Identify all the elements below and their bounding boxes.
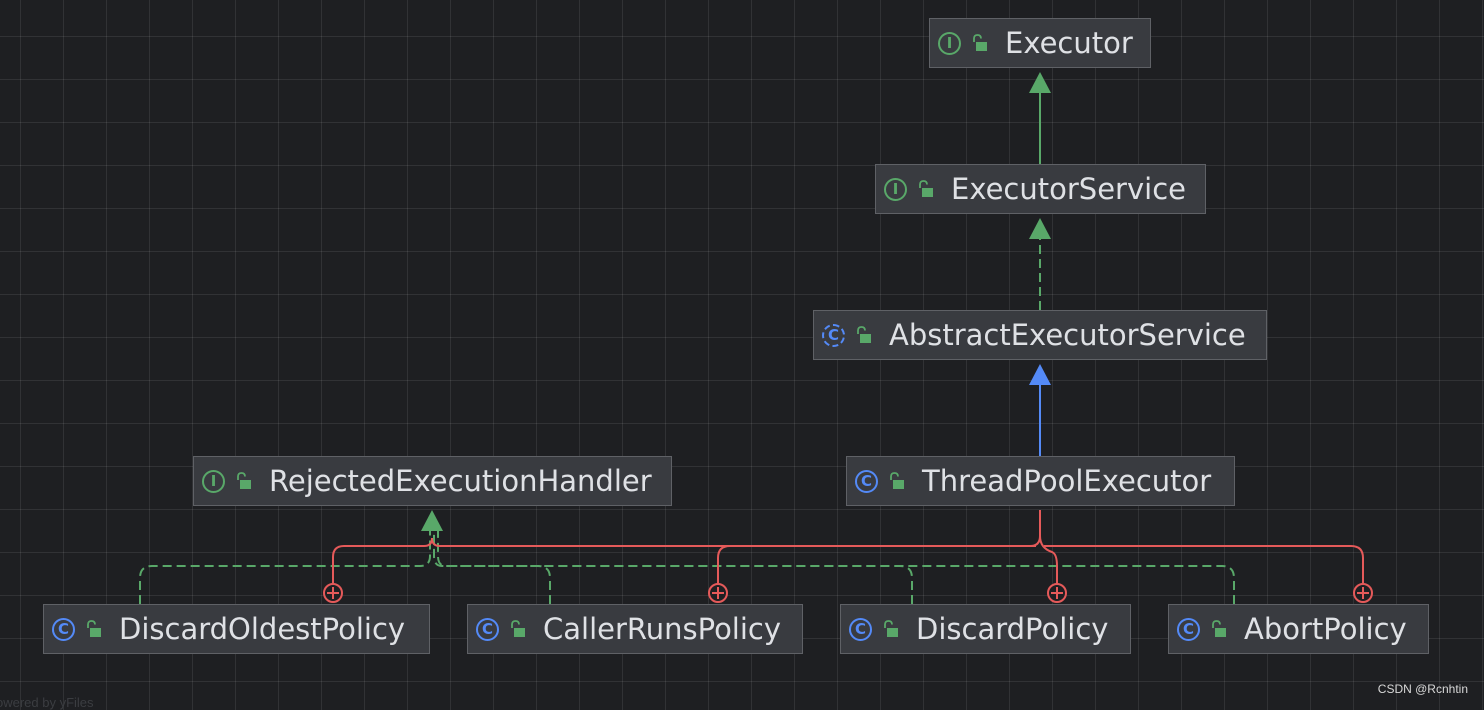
arrowhead-executor <box>1029 72 1051 93</box>
node-executor[interactable]: I Executor <box>929 18 1151 68</box>
yfiles-credit: owered by yFiles <box>0 695 94 710</box>
interface-icon: I <box>202 469 225 493</box>
unlocked-padlock-icon <box>884 620 898 637</box>
class-icon: C <box>52 617 75 641</box>
abstract-class-icon: C <box>822 323 845 347</box>
node-threadpoolexecutor[interactable]: C ThreadPoolExecutor <box>846 456 1235 506</box>
unlocked-padlock-icon <box>1212 620 1226 637</box>
node-label-discardpolicy: DiscardPolicy <box>916 611 1109 646</box>
inner-class-marker-discardoldestpolicy <box>323 583 343 603</box>
node-rejectedexecutionhandler[interactable]: I RejectedExecutionHandler <box>193 456 672 506</box>
class-icon: C <box>849 617 872 641</box>
node-discardpolicy[interactable]: C DiscardPolicy <box>840 604 1131 654</box>
interface-icon: I <box>938 31 961 55</box>
implements-rejectedexecutionhandler-edges <box>139 531 1235 604</box>
class-icon: C <box>1177 617 1200 641</box>
inner-class-marker-callerrunspolicy <box>708 583 728 603</box>
unlocked-padlock-icon <box>919 180 933 197</box>
watermark: CSDN @Rcnhtin <box>1377 682 1468 696</box>
arrowhead-executorservice <box>1029 218 1051 239</box>
edge-callerrunspolicy-handler <box>433 531 551 604</box>
node-callerrunspolicy[interactable]: C CallerRunsPolicy <box>467 604 803 654</box>
class-icon: C <box>855 469 878 493</box>
node-abortpolicy[interactable]: C AbortPolicy <box>1168 604 1429 654</box>
unlocked-padlock-icon <box>237 472 251 489</box>
edge-abortpolicy-handler <box>446 565 1235 604</box>
node-discardoldestpolicy[interactable]: C DiscardOldestPolicy <box>43 604 430 654</box>
edge-discardpolicy-handler <box>437 531 913 604</box>
node-label-abstractexecutorservice: AbstractExecutorService <box>889 317 1246 352</box>
edge-discardoldestpolicy-handler <box>139 531 431 604</box>
edge-threadpoolexecutor-callerrunspolicy <box>717 545 1036 584</box>
node-label-executorservice: ExecutorService <box>951 171 1186 206</box>
unlocked-padlock-icon <box>511 620 525 637</box>
inner-class-edges <box>332 510 1364 584</box>
edge-threadpoolexecutor-discardpolicy <box>1039 535 1058 584</box>
node-label-threadpoolexecutor: ThreadPoolExecutor <box>922 463 1212 498</box>
node-executorservice[interactable]: I ExecutorService <box>875 164 1206 214</box>
unlocked-padlock-icon <box>87 620 101 637</box>
interface-icon: I <box>884 177 907 201</box>
class-icon: C <box>476 617 499 641</box>
node-label-rejectedexecutionhandler: RejectedExecutionHandler <box>269 463 652 498</box>
node-label-executor: Executor <box>1005 25 1133 60</box>
inner-class-marker-discardpolicy <box>1047 583 1067 603</box>
unlocked-padlock-icon <box>890 472 904 489</box>
arrowhead-rejectedexecutionhandler <box>421 510 443 531</box>
node-abstractexecutorservice[interactable]: C AbstractExecutorService <box>813 310 1267 360</box>
inner-class-marker-abortpolicy <box>1353 583 1373 603</box>
arrowhead-abstractexecutorservice <box>1029 364 1051 385</box>
node-label-callerrunspolicy: CallerRunsPolicy <box>543 611 782 646</box>
node-label-abortpolicy: AbortPolicy <box>1244 611 1407 646</box>
unlocked-padlock-icon <box>857 326 871 343</box>
unlocked-padlock-icon <box>973 34 987 51</box>
node-label-discardoldestpolicy: DiscardOldestPolicy <box>119 611 406 646</box>
